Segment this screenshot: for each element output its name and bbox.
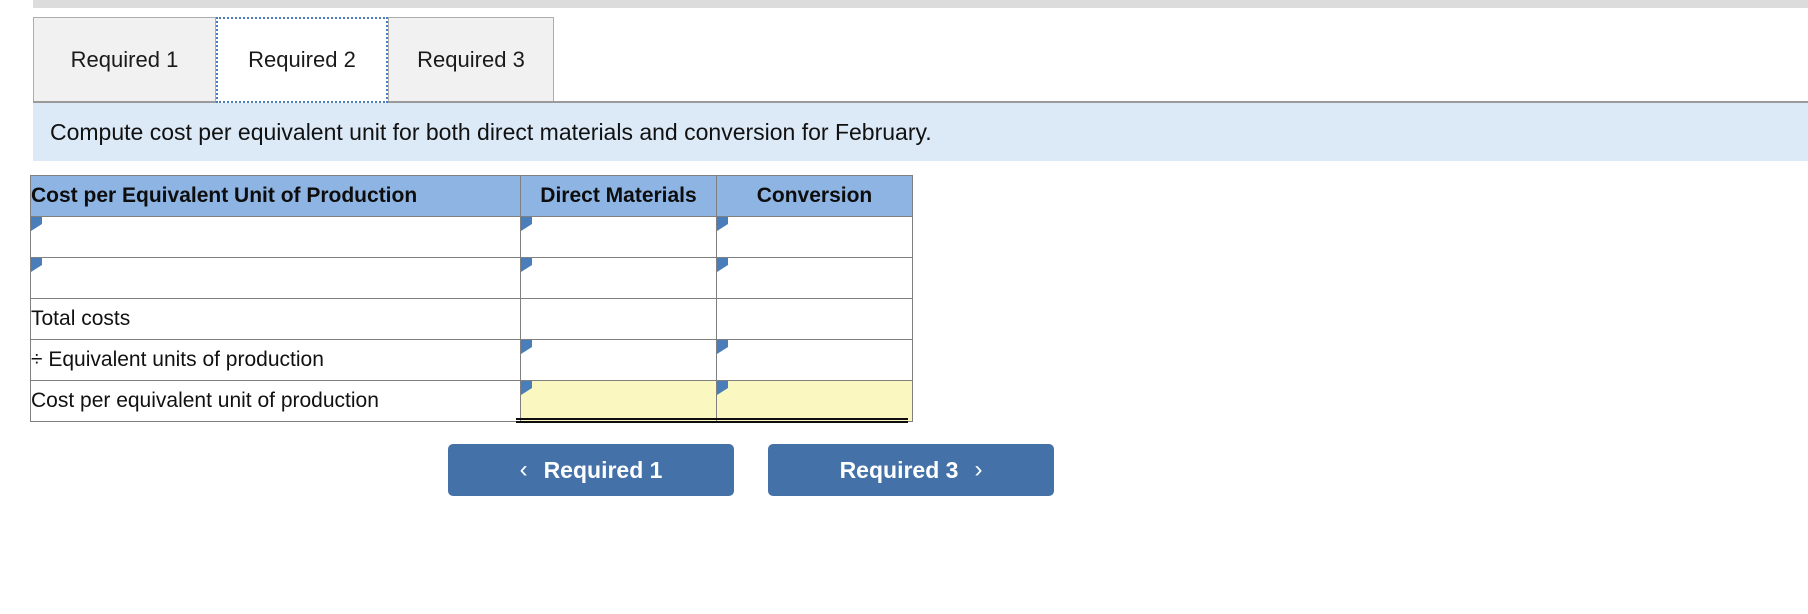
tab-required-1-label: Required 1 [70,47,179,72]
previous-requirement-button[interactable]: ‹ Required 1 [448,444,734,496]
table-row: Total costs [30,298,913,340]
equivalent-units-conversion-input[interactable] [716,339,913,381]
direct-materials-input-1[interactable] [520,216,717,258]
double-underline-direct-materials [516,418,712,423]
cost-per-equivalent-unit-conversion-input[interactable] [716,380,913,422]
header-conversion: Conversion [716,175,913,217]
table-row [30,257,913,299]
equivalent-units-direct-materials-input[interactable] [520,339,717,381]
tab-strip: Required 1 Required 2 Required 3 [33,17,1808,103]
tab-required-1[interactable]: Required 1 [33,17,216,103]
total-costs-direct-materials-value [520,298,717,340]
header-direct-materials: Direct Materials [520,175,717,217]
cost-item-label-input-2[interactable] [30,257,521,299]
next-requirement-button[interactable]: Required 3 › [768,444,1054,496]
next-requirement-label: Required 3 [839,456,959,483]
top-grey-strip [33,0,1808,8]
tab-required-2[interactable]: Required 2 [216,17,388,103]
cost-item-label-input-1[interactable] [30,216,521,258]
double-underline-conversion [712,418,908,423]
table-row [30,216,913,258]
cost-per-equivalent-unit-table: Cost per Equivalent Unit of Production D… [30,175,913,422]
table-row: Cost per equivalent unit of production [30,380,913,422]
total-costs-conversion-value [716,298,913,340]
conversion-input-1[interactable] [716,216,913,258]
table-header-row: Cost per Equivalent Unit of Production D… [30,175,913,217]
tab-required-2-label: Required 2 [248,47,356,72]
previous-requirement-label: Required 1 [543,456,663,483]
instruction-text: Compute cost per equivalent unit for bot… [50,118,932,145]
tab-required-3[interactable]: Required 3 [388,17,554,103]
row-label-cost-per-equivalent-unit: Cost per equivalent unit of production [30,380,521,422]
instruction-banner: Compute cost per equivalent unit for bot… [33,103,1808,161]
table-row: ÷ Equivalent units of production [30,339,913,381]
chevron-right-icon: › [974,456,983,483]
header-cost-per-equivalent-unit: Cost per Equivalent Unit of Production [30,175,521,217]
cost-per-equivalent-unit-direct-materials-input[interactable] [520,380,717,422]
conversion-input-2[interactable] [716,257,913,299]
chevron-left-icon: ‹ [519,456,528,483]
row-label-equivalent-units: ÷ Equivalent units of production [30,339,521,381]
row-label-total-costs: Total costs [30,298,521,340]
tab-required-3-label: Required 3 [417,47,525,72]
direct-materials-input-2[interactable] [520,257,717,299]
